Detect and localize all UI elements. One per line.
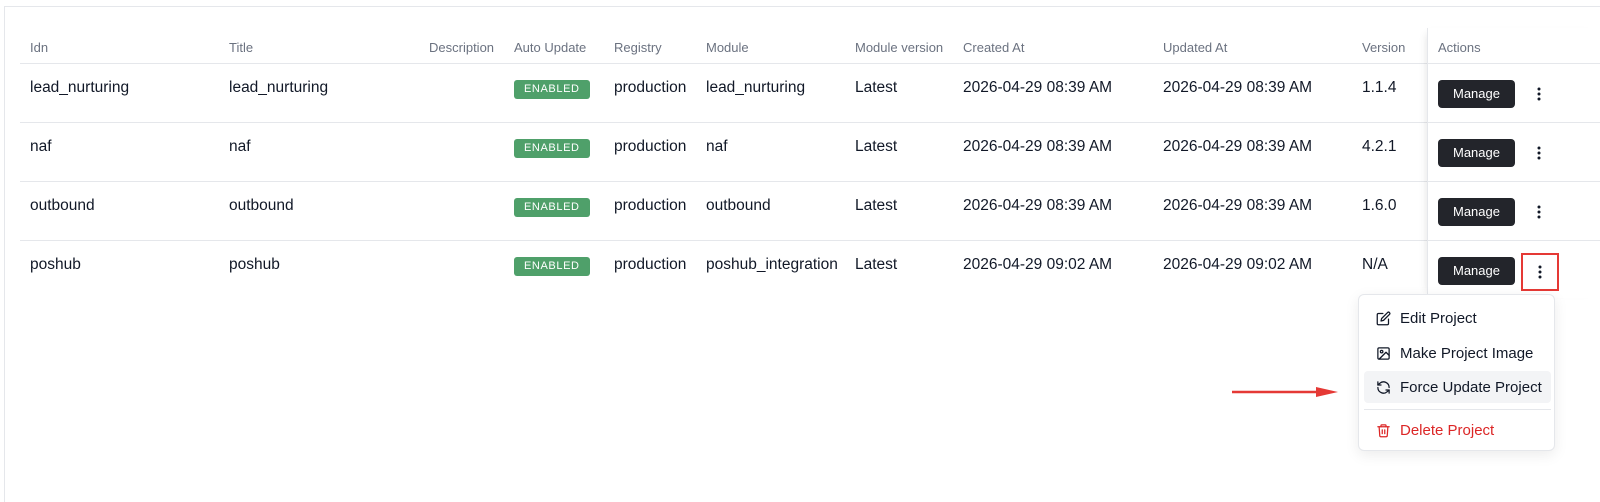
header-title[interactable]: Title — [229, 40, 253, 55]
header-auto-update[interactable]: Auto Update — [514, 40, 586, 55]
cell-registry: production — [614, 138, 687, 155]
refresh-icon — [1375, 379, 1391, 395]
menu-item-force-update-project[interactable]: Force Update Project — [1364, 371, 1551, 403]
cell-created-at: 2026-04-29 08:39 AM — [963, 138, 1113, 155]
status-badge: ENABLED — [514, 139, 590, 158]
cell-title: naf — [229, 138, 251, 155]
cell-title: lead_nurturing — [229, 79, 329, 96]
cell-updated-at: 2026-04-29 08:39 AM — [1163, 197, 1313, 214]
menu-item-label: Edit Project — [1400, 309, 1477, 327]
table-header-row: Idn Title Description Auto Update Regist… — [20, 28, 1600, 64]
cell-version: 1.1.4 — [1362, 79, 1397, 96]
cell-registry: production — [614, 256, 687, 273]
menu-item-make-project-image[interactable]: Make Project Image — [1364, 337, 1551, 369]
header-registry[interactable]: Registry — [614, 40, 662, 55]
cell-updated-at: 2026-04-29 08:39 AM — [1163, 138, 1313, 155]
edit-icon — [1375, 310, 1391, 326]
cell-created-at: 2026-04-29 09:02 AM — [963, 256, 1113, 273]
cell-module: outbound — [706, 197, 771, 214]
cell-module: naf — [706, 138, 728, 155]
table-row: naf naf ENABLED production naf Latest 20… — [20, 123, 1600, 182]
table-row: lead_nurturing lead_nurturing ENABLED pr… — [20, 64, 1600, 123]
status-badge: ENABLED — [514, 198, 590, 217]
cell-module-version: Latest — [855, 138, 898, 155]
cell-version: 4.2.1 — [1362, 138, 1397, 155]
cell-idn: outbound — [30, 197, 95, 214]
cell-idn: naf — [30, 138, 52, 155]
table-row: outbound outbound ENABLED production out… — [20, 182, 1600, 241]
status-badge: ENABLED — [514, 80, 590, 99]
cell-title: poshub — [229, 256, 280, 273]
cell-module-version: Latest — [855, 256, 898, 273]
trash-icon — [1375, 422, 1391, 438]
cell-updated-at: 2026-04-29 08:39 AM — [1163, 79, 1313, 96]
cell-module: lead_nurturing — [706, 79, 806, 96]
menu-item-delete-project[interactable]: Delete Project — [1364, 414, 1551, 446]
cell-created-at: 2026-04-29 08:39 AM — [963, 197, 1113, 214]
actions-column-divider — [1427, 28, 1600, 298]
menu-item-label: Force Update Project — [1400, 378, 1542, 396]
header-created-at[interactable]: Created At — [963, 40, 1024, 55]
cell-updated-at: 2026-04-29 09:02 AM — [1163, 256, 1313, 273]
cell-created-at: 2026-04-29 08:39 AM — [963, 79, 1113, 96]
header-idn[interactable]: Idn — [30, 40, 48, 55]
cell-idn: lead_nurturing — [30, 79, 130, 96]
menu-item-label: Make Project Image — [1400, 344, 1534, 362]
header-updated-at[interactable]: Updated At — [1163, 40, 1227, 55]
cell-version: N/A — [1362, 256, 1388, 273]
menu-item-label: Delete Project — [1400, 421, 1495, 439]
status-badge: ENABLED — [514, 257, 590, 276]
menu-divider — [1364, 409, 1551, 410]
cell-module-version: Latest — [855, 197, 898, 214]
row-actions-menu: Edit Project Make Project Image Force Up… — [1358, 294, 1555, 451]
menu-item-edit-project[interactable]: Edit Project — [1364, 302, 1551, 334]
cell-registry: production — [614, 197, 687, 214]
cell-title: outbound — [229, 197, 294, 214]
table-row: poshub poshub ENABLED production poshub_… — [20, 241, 1600, 300]
header-version[interactable]: Version — [1362, 40, 1405, 55]
cell-registry: production — [614, 79, 687, 96]
header-module-version[interactable]: Module version — [855, 40, 943, 55]
cell-module-version: Latest — [855, 79, 898, 96]
cell-module: poshub_integration — [706, 256, 838, 273]
annotation-arrow-icon — [1232, 387, 1338, 397]
header-module[interactable]: Module — [706, 40, 749, 55]
image-icon — [1375, 345, 1391, 361]
header-description[interactable]: Description — [429, 40, 494, 55]
cell-version: 1.6.0 — [1362, 197, 1397, 214]
cell-idn: poshub — [30, 256, 81, 273]
